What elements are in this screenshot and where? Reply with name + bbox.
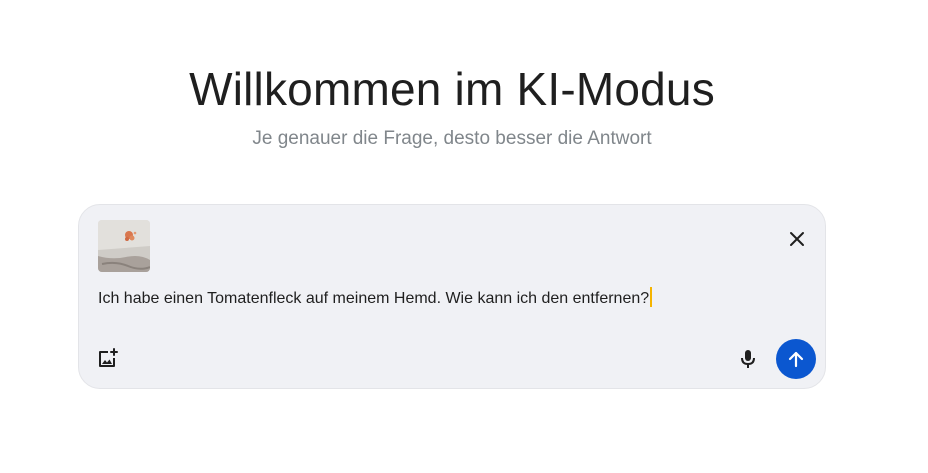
attached-image-thumbnail[interactable]: [98, 220, 150, 272]
text-caret: [650, 287, 653, 307]
query-input-text: Ich habe einen Tomatenfleck auf meinem H…: [98, 290, 650, 307]
mic-icon: [741, 350, 755, 368]
shirt-stain-image: [98, 220, 150, 272]
page: Willkommen im KI-Modus Je genauer die Fr…: [0, 0, 928, 473]
microphone-button[interactable]: [736, 347, 760, 371]
add-image-icon: [99, 348, 118, 367]
close-button[interactable]: [783, 225, 811, 253]
add-image-button[interactable]: [95, 347, 119, 371]
query-input[interactable]: Ich habe einen Tomatenfleck auf meinem H…: [98, 287, 798, 308]
arrow-up-icon: [788, 351, 804, 368]
page-title: Willkommen im KI-Modus: [189, 63, 715, 115]
close-icon: [790, 232, 804, 246]
query-composer[interactable]: Ich habe einen Tomatenfleck auf meinem H…: [78, 204, 826, 389]
page-subtitle: Je genauer die Frage, desto besser die A…: [252, 128, 652, 149]
send-button[interactable]: [776, 339, 816, 379]
